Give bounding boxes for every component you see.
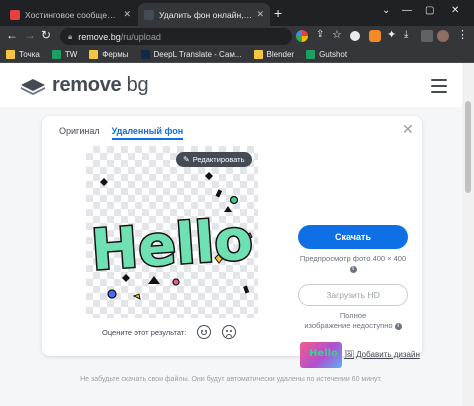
logo-text-primary: remove [52, 74, 122, 96]
bookmark-fermy[interactable]: Фермы [89, 49, 129, 59]
page-content: remove bg Оригинал Удаленный фон ✕ Hello… [0, 63, 474, 406]
bookmarks-bar: Точка TW Фермы DeepL Translate - Сам... … [0, 46, 474, 63]
rating-row: Оцените этот результат: [102, 325, 237, 339]
bookmark-blender[interactable]: Blender [253, 49, 295, 59]
download-hd-button[interactable]: Загрузить HD [298, 284, 408, 306]
avatar[interactable] [437, 30, 449, 42]
rating-prompt: Оцените этот результат: [102, 327, 187, 337]
tab-removebg[interactable]: Удалить фон онлайн, сделать ✕ [138, 3, 270, 26]
tab-title: Хостинговое сообщество «Tim [25, 9, 120, 20]
metamask-icon[interactable] [369, 30, 381, 42]
deepl-icon [140, 49, 150, 59]
close-window-button[interactable]: ✕ [451, 5, 459, 16]
logo-text: remove bg [52, 74, 149, 97]
hd-note-line1: Полное [339, 311, 367, 320]
bookmark-label: Точка [19, 49, 40, 59]
forward-icon[interactable]: → [24, 28, 36, 42]
lock-icon: 🔒︎ [68, 31, 73, 41]
tab-removed-background[interactable]: Удаленный фон [111, 126, 184, 140]
add-design-label: Добавить дизайн [356, 350, 420, 359]
hd-note-line2: изображение недоступно [304, 321, 393, 330]
tab-favicon [144, 9, 154, 20]
logo-icon [21, 78, 45, 95]
folder-icon [253, 49, 263, 59]
new-tab-button[interactable]: + [274, 6, 282, 20]
add-design-icon: 🖼︎ [344, 350, 355, 359]
share-icon[interactable]: ⇪ [316, 28, 324, 42]
footer-note: Не забудьте скачать свои файлы. Они буду… [80, 376, 382, 383]
result-card: Оригинал Удаленный фон ✕ Hello ✎ Редакти… [42, 116, 422, 368]
hello-sticker-image: Hello [88, 172, 256, 300]
tab-close-icon[interactable]: ✕ [256, 9, 264, 20]
edit-button[interactable]: ✎ Редактировать [176, 152, 252, 167]
removebg-logo[interactable]: remove bg [20, 74, 149, 97]
edit-button-label: Редактировать [192, 155, 245, 164]
design-thumbnail[interactable]: Hello [300, 342, 342, 368]
hamburger-menu-icon[interactable] [431, 79, 447, 97]
hello-text: Hello [89, 207, 255, 283]
extension-icon[interactable] [350, 31, 360, 41]
browser-toolbar: ← → ↻ 🔒︎ remove.bg/ru/upload ⇪ ☆ ✦ ⤓ ⋮ [0, 26, 474, 46]
bookmark-label: Blender [266, 49, 295, 59]
bookmark-deepl[interactable]: DeepL Translate - Сам... [140, 49, 242, 59]
tw-icon [51, 49, 61, 59]
bookmark-tw[interactable]: TW [51, 49, 78, 59]
bookmark-label: DeepL Translate - Сам... [153, 49, 242, 59]
tab-favicon [10, 9, 20, 20]
tab-close-icon[interactable]: ✕ [123, 9, 131, 20]
info-icon[interactable]: i [394, 322, 402, 330]
site-header: remove bg [0, 63, 462, 107]
happy-face-icon[interactable] [197, 325, 212, 339]
gutshot-icon [306, 49, 316, 59]
bookmark-gutshot[interactable]: Gutshot [306, 49, 348, 59]
tab-title: Удалить фон онлайн, сделать [159, 9, 252, 20]
reload-icon[interactable]: ↻ [41, 28, 51, 42]
browser-tabstrip: Хостинговое сообщество «Tim ✕ Удалить фо… [0, 0, 474, 26]
add-design-link[interactable]: 🖼︎ Добавить дизайн [344, 350, 420, 359]
download-note: Предпросмотр фото 400 × 400 i [298, 254, 408, 274]
download-note-text: Предпросмотр фото 400 × 400 [299, 254, 407, 263]
design-thumbnail-text: Hello [309, 348, 338, 359]
tab-hosting-community[interactable]: Хостинговое сообщество «Tim ✕ [4, 3, 137, 26]
extensions-puzzle-icon[interactable]: ✦ [387, 28, 396, 42]
bookmark-label: Фермы [102, 49, 129, 59]
tab-original[interactable]: Оригинал [59, 126, 100, 140]
maximize-button[interactable]: ▢ [425, 5, 434, 16]
bookmark-label: TW [64, 49, 78, 59]
bookmark-tochka[interactable]: Точка [6, 49, 40, 59]
folder-icon [6, 49, 15, 59]
hd-note: Полное изображение недоступно i [298, 311, 408, 331]
bookmark-label: Gutshot [319, 49, 348, 59]
back-icon[interactable]: ← [6, 28, 18, 42]
download-icon[interactable]: ⤓ [404, 28, 408, 42]
sidepanel-icon[interactable] [421, 30, 433, 42]
address-bar[interactable]: 🔒︎ remove.bg/ru/upload [60, 28, 292, 45]
logo-text-secondary: bg [126, 74, 149, 96]
folder-icon [89, 49, 99, 59]
scrollbar-thumb[interactable] [465, 101, 471, 193]
result-tabs: Оригинал Удаленный фон [59, 126, 195, 140]
result-preview: Hello ✎ Редактировать [86, 146, 258, 318]
pencil-icon: ✎ [183, 155, 190, 164]
tab-search-icon[interactable]: ⌄ [382, 5, 390, 16]
minimize-button[interactable]: — [402, 5, 412, 16]
download-button[interactable]: Скачать [298, 225, 408, 249]
google-icon[interactable] [296, 30, 308, 42]
bookmark-star-icon[interactable]: ☆ [332, 28, 342, 42]
menu-dots-icon[interactable]: ⋮ [457, 28, 468, 42]
sad-face-icon[interactable] [222, 325, 237, 339]
close-icon[interactable]: ✕ [402, 121, 414, 138]
info-icon[interactable]: i [349, 265, 357, 273]
address-path: /ru/upload [120, 31, 161, 42]
address-domain: remove.bg [78, 31, 121, 42]
